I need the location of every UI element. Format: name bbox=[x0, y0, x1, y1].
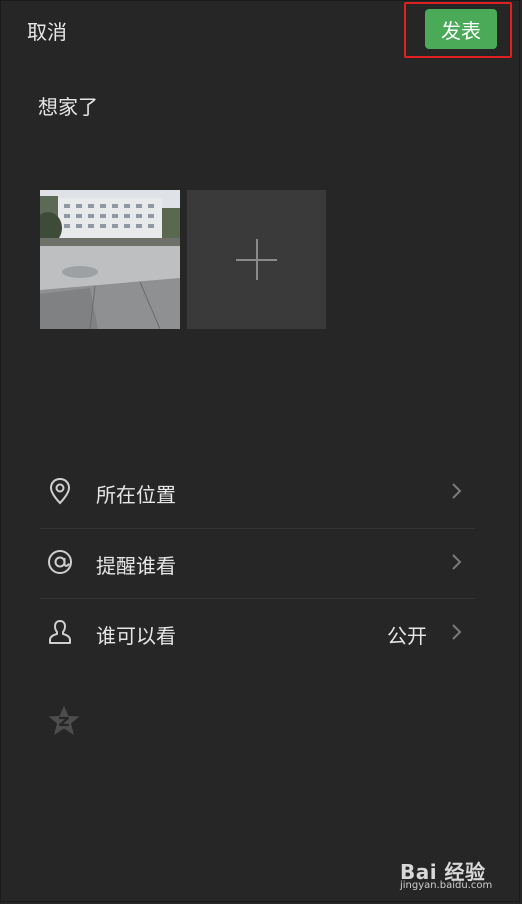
location-row[interactable]: 所在位置 bbox=[40, 458, 475, 528]
add-photo-button[interactable] bbox=[187, 190, 326, 329]
visibility-row[interactable]: 谁可以看 公开 bbox=[40, 599, 475, 669]
location-label: 所在位置 bbox=[96, 482, 176, 507]
qzone-star-icon[interactable] bbox=[47, 705, 81, 741]
mention-row[interactable]: 提醒谁看 bbox=[40, 529, 475, 599]
watermark: Bai 经验 jingyan.baidu.com bbox=[398, 850, 518, 900]
chevron-right-icon bbox=[450, 553, 462, 575]
post-text-input[interactable]: 想家了 bbox=[38, 91, 98, 120]
app-frame bbox=[0, 0, 520, 902]
location-pin-icon bbox=[46, 477, 74, 509]
cancel-button[interactable]: 取消 bbox=[27, 16, 67, 45]
person-icon bbox=[46, 618, 74, 650]
visibility-value: 公开 bbox=[387, 623, 427, 648]
visibility-label: 谁可以看 bbox=[96, 623, 176, 648]
chevron-right-icon bbox=[450, 623, 462, 645]
photo-image bbox=[40, 190, 180, 329]
at-sign-icon bbox=[46, 548, 74, 580]
watermark-url: jingyan.baidu.com bbox=[400, 880, 493, 891]
publish-button[interactable]: 发表 bbox=[425, 9, 497, 49]
photo-thumbnail[interactable] bbox=[40, 190, 180, 329]
chevron-right-icon bbox=[450, 482, 462, 504]
mention-label: 提醒谁看 bbox=[96, 553, 176, 578]
